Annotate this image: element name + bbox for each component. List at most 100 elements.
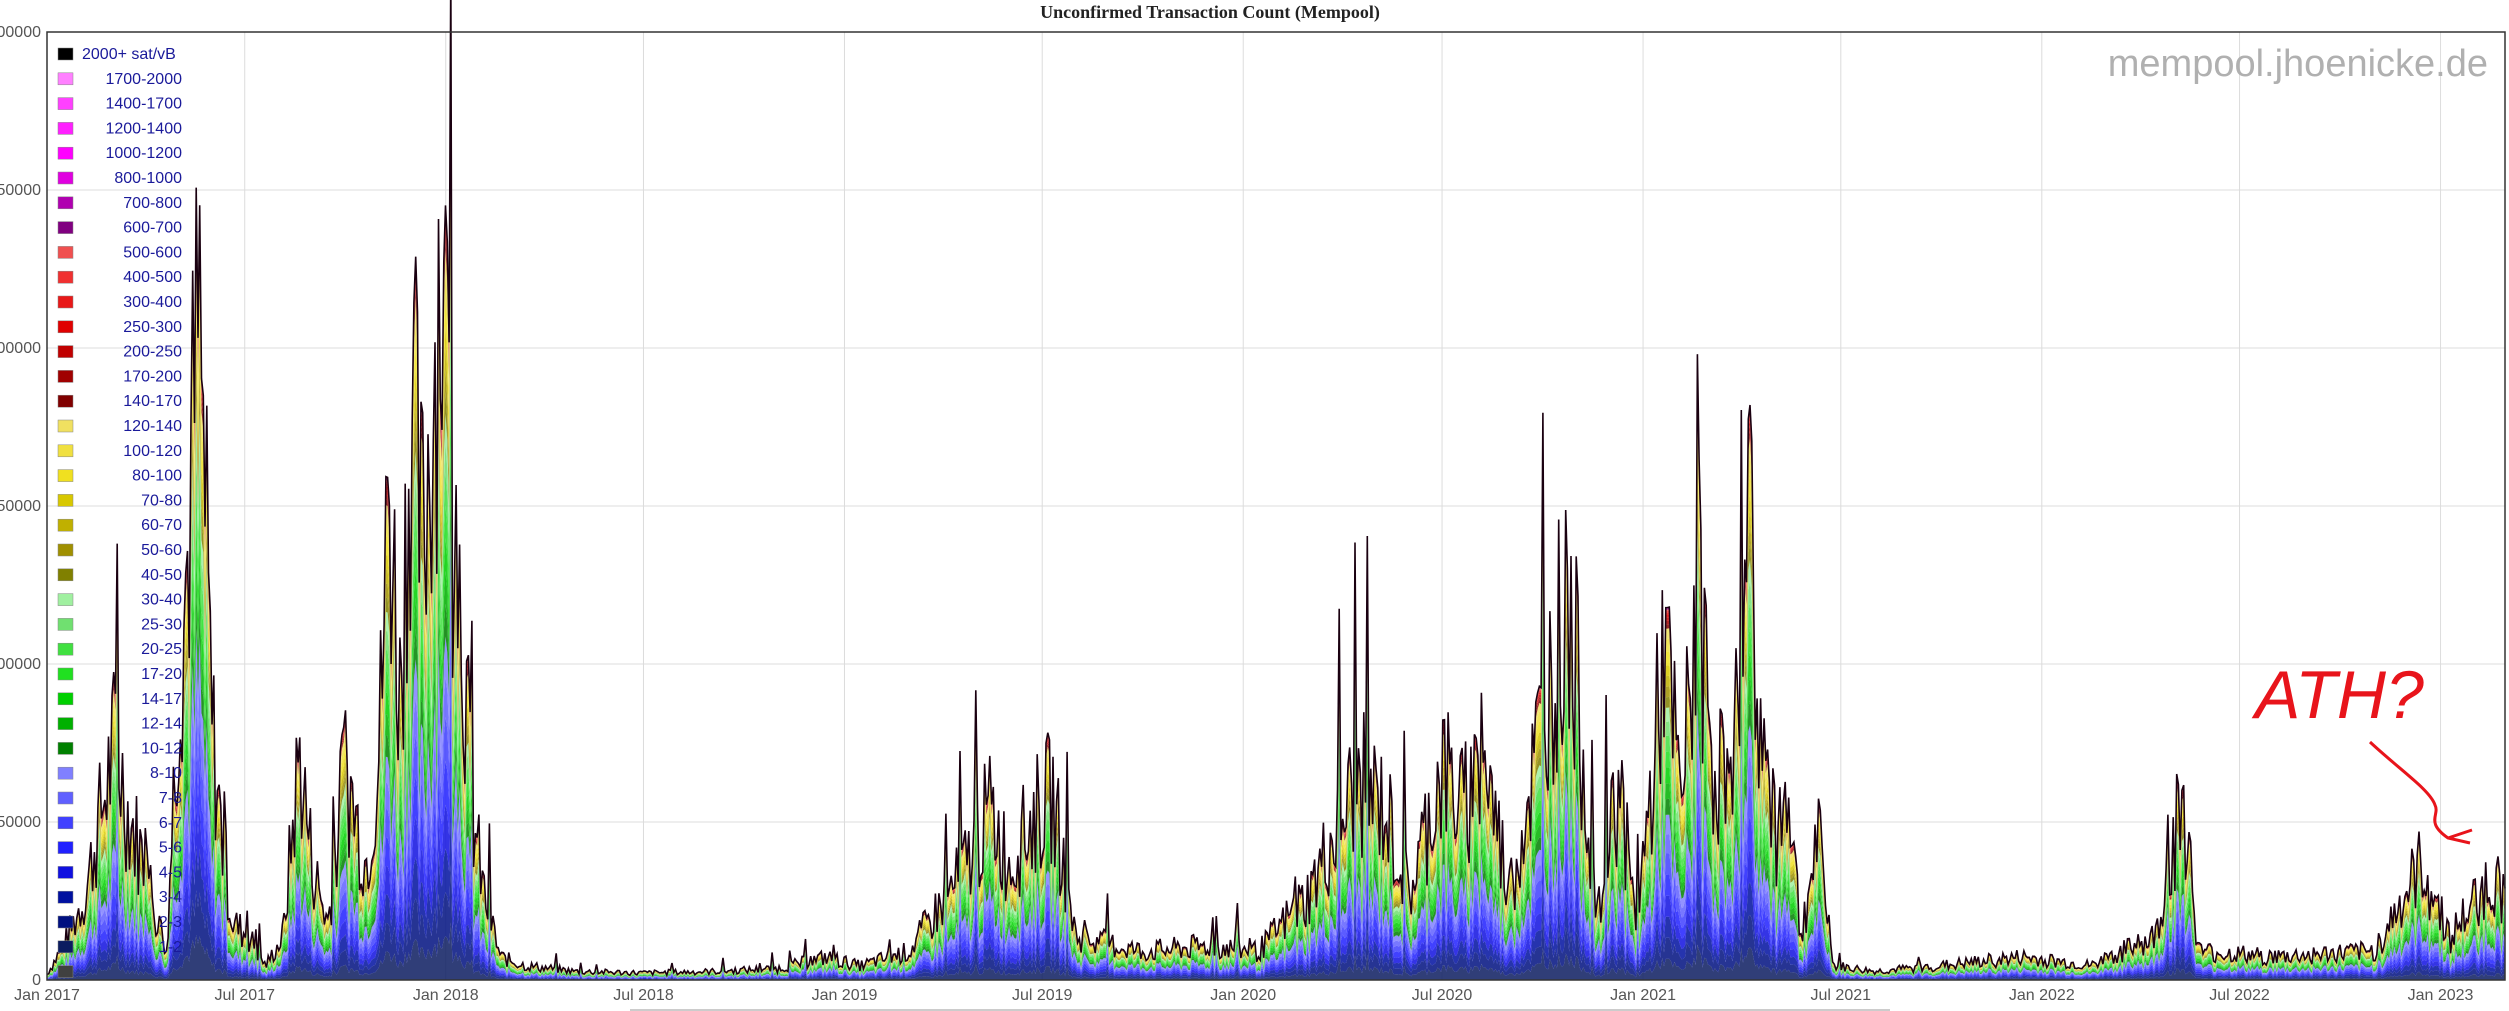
y-tick-label: 50000 xyxy=(0,814,41,831)
legend-item[interactable]: 700-800 xyxy=(57,195,182,212)
x-tick-label: Jan 2023 xyxy=(2408,987,2474,1002)
legend-swatch xyxy=(57,171,74,185)
legend-swatch xyxy=(57,965,74,978)
chart-svg: Unconfirmed Transaction Count (Mempool) … xyxy=(0,0,2506,1004)
legend-swatch xyxy=(57,692,74,706)
legend-item[interactable]: 400-500 xyxy=(57,269,182,286)
legend-item[interactable]: 70-80 xyxy=(57,492,182,509)
stacked-areas xyxy=(46,0,2506,980)
legend-label: 5-6 xyxy=(159,840,182,857)
x-tick-label: Jan 2020 xyxy=(1210,987,1276,1002)
legend-swatch xyxy=(57,717,74,730)
chart-title: Unconfirmed Transaction Count (Mempool) xyxy=(1040,2,1380,23)
legend-item[interactable]: 300-400 xyxy=(57,294,182,311)
legend-swatch xyxy=(57,394,74,408)
legend-swatch xyxy=(57,295,74,309)
legend-swatch xyxy=(57,816,74,830)
legend-label: 1-2 xyxy=(159,939,182,956)
legend-label: 120-140 xyxy=(123,418,182,435)
legend-item[interactable]: 170-200 xyxy=(57,368,182,385)
legend-label: 100-120 xyxy=(123,443,182,460)
legend-item[interactable]: 600-700 xyxy=(57,220,182,237)
legend-label: 600-700 xyxy=(123,220,182,237)
legend-item[interactable]: 120-140 xyxy=(57,418,182,435)
legend-item[interactable]: 10-12 xyxy=(57,740,182,757)
legend-label: 8-10 xyxy=(150,765,182,782)
legend-label: 170-200 xyxy=(123,368,182,385)
annotation: ATH? xyxy=(2251,657,2473,845)
y-tick-label: 150000 xyxy=(0,498,41,515)
legend-item[interactable]: 500-600 xyxy=(57,244,182,261)
legend-item[interactable]: 250-300 xyxy=(57,319,182,336)
legend-label: 12-14 xyxy=(141,716,182,733)
legend-label: 2-3 xyxy=(159,914,182,931)
legend-item[interactable]: 14-17 xyxy=(57,691,182,708)
legend-swatch xyxy=(57,568,74,582)
legend-item[interactable]: 17-20 xyxy=(57,666,182,683)
mempool-chart: Unconfirmed Transaction Count (Mempool) … xyxy=(0,0,2509,1011)
x-tick-label: Jan 2022 xyxy=(2009,987,2075,1002)
legend-item[interactable]: 30-40 xyxy=(57,592,182,609)
legend-item[interactable]: 8-10 xyxy=(57,765,182,782)
x-tick-label: Jul 2022 xyxy=(2209,987,2270,1002)
y-tick-label: 100000 xyxy=(0,656,41,673)
legend-swatch xyxy=(57,791,74,805)
legend-swatch xyxy=(57,270,74,284)
legend-item[interactable]: 1400-1700 xyxy=(57,96,182,113)
legend-item[interactable]: 20-25 xyxy=(57,641,182,658)
legend-swatch xyxy=(57,915,74,929)
legend-item[interactable] xyxy=(57,965,74,978)
legend-swatch xyxy=(57,766,74,780)
legend-item[interactable]: 40-50 xyxy=(57,567,182,584)
legend-item[interactable]: 25-30 xyxy=(57,616,182,633)
legend-label: 1200-1400 xyxy=(105,120,182,137)
legend-label: 40-50 xyxy=(141,567,182,584)
legend-item[interactable]: 1000-1200 xyxy=(57,145,182,162)
legend-swatch xyxy=(57,940,74,954)
legend-label: 20-25 xyxy=(141,641,182,658)
legend-label: 800-1000 xyxy=(114,170,182,187)
legend-swatch xyxy=(57,642,74,656)
legend-swatch xyxy=(57,593,74,606)
legend-item[interactable]: 50-60 xyxy=(57,542,182,559)
legend-item[interactable]: 80-100 xyxy=(57,468,182,485)
legend-label: 1000-1200 xyxy=(105,145,182,162)
legend-label: 6-7 xyxy=(159,815,182,832)
x-tick-label: Jan 2017 xyxy=(14,987,80,1002)
legend-item[interactable]: 200-250 xyxy=(57,344,182,361)
legend-item[interactable]: 800-1000 xyxy=(57,170,182,187)
x-tick-label: Jul 2019 xyxy=(1012,987,1073,1002)
legend-label: 30-40 xyxy=(141,592,182,609)
legend-swatch xyxy=(57,146,74,160)
y-tick-label: 300000 xyxy=(0,24,41,41)
legend-swatch xyxy=(57,345,74,358)
legend-item[interactable]: 2000+ sat/vB xyxy=(57,46,176,63)
x-tick-label: Jan 2019 xyxy=(812,987,878,1002)
legend-label: 700-800 xyxy=(123,195,182,212)
annotation-arrow xyxy=(2368,740,2473,845)
x-tick-label: Jul 2018 xyxy=(613,987,674,1002)
legend-swatch xyxy=(57,866,74,879)
legend-item[interactable]: 1200-1400 xyxy=(57,120,182,137)
legend-item[interactable]: 12-14 xyxy=(57,716,182,733)
legend-label: 17-20 xyxy=(141,666,182,683)
legend-label: 2000+ sat/vB xyxy=(82,46,176,63)
legend-swatch xyxy=(57,543,74,557)
legend-label: 250-300 xyxy=(123,319,182,336)
legend-label: 400-500 xyxy=(123,269,182,286)
x-tick-label: Jul 2017 xyxy=(214,987,275,1002)
legend-swatch xyxy=(57,97,74,110)
legend-item[interactable]: 60-70 xyxy=(57,517,182,534)
legend-swatch xyxy=(57,841,74,854)
legend-swatch xyxy=(57,246,74,259)
legend-label: 140-170 xyxy=(123,393,182,410)
y-tick-label: 250000 xyxy=(0,182,41,199)
legend-swatch xyxy=(57,196,74,210)
legend-swatch xyxy=(57,221,74,234)
legend-swatch xyxy=(57,47,74,61)
legend-item[interactable]: 140-170 xyxy=(57,393,182,410)
legend-label: 70-80 xyxy=(141,492,182,509)
legend-label: 300-400 xyxy=(123,294,182,311)
legend-item[interactable]: 1700-2000 xyxy=(57,71,182,88)
legend-item[interactable]: 100-120 xyxy=(57,443,182,460)
